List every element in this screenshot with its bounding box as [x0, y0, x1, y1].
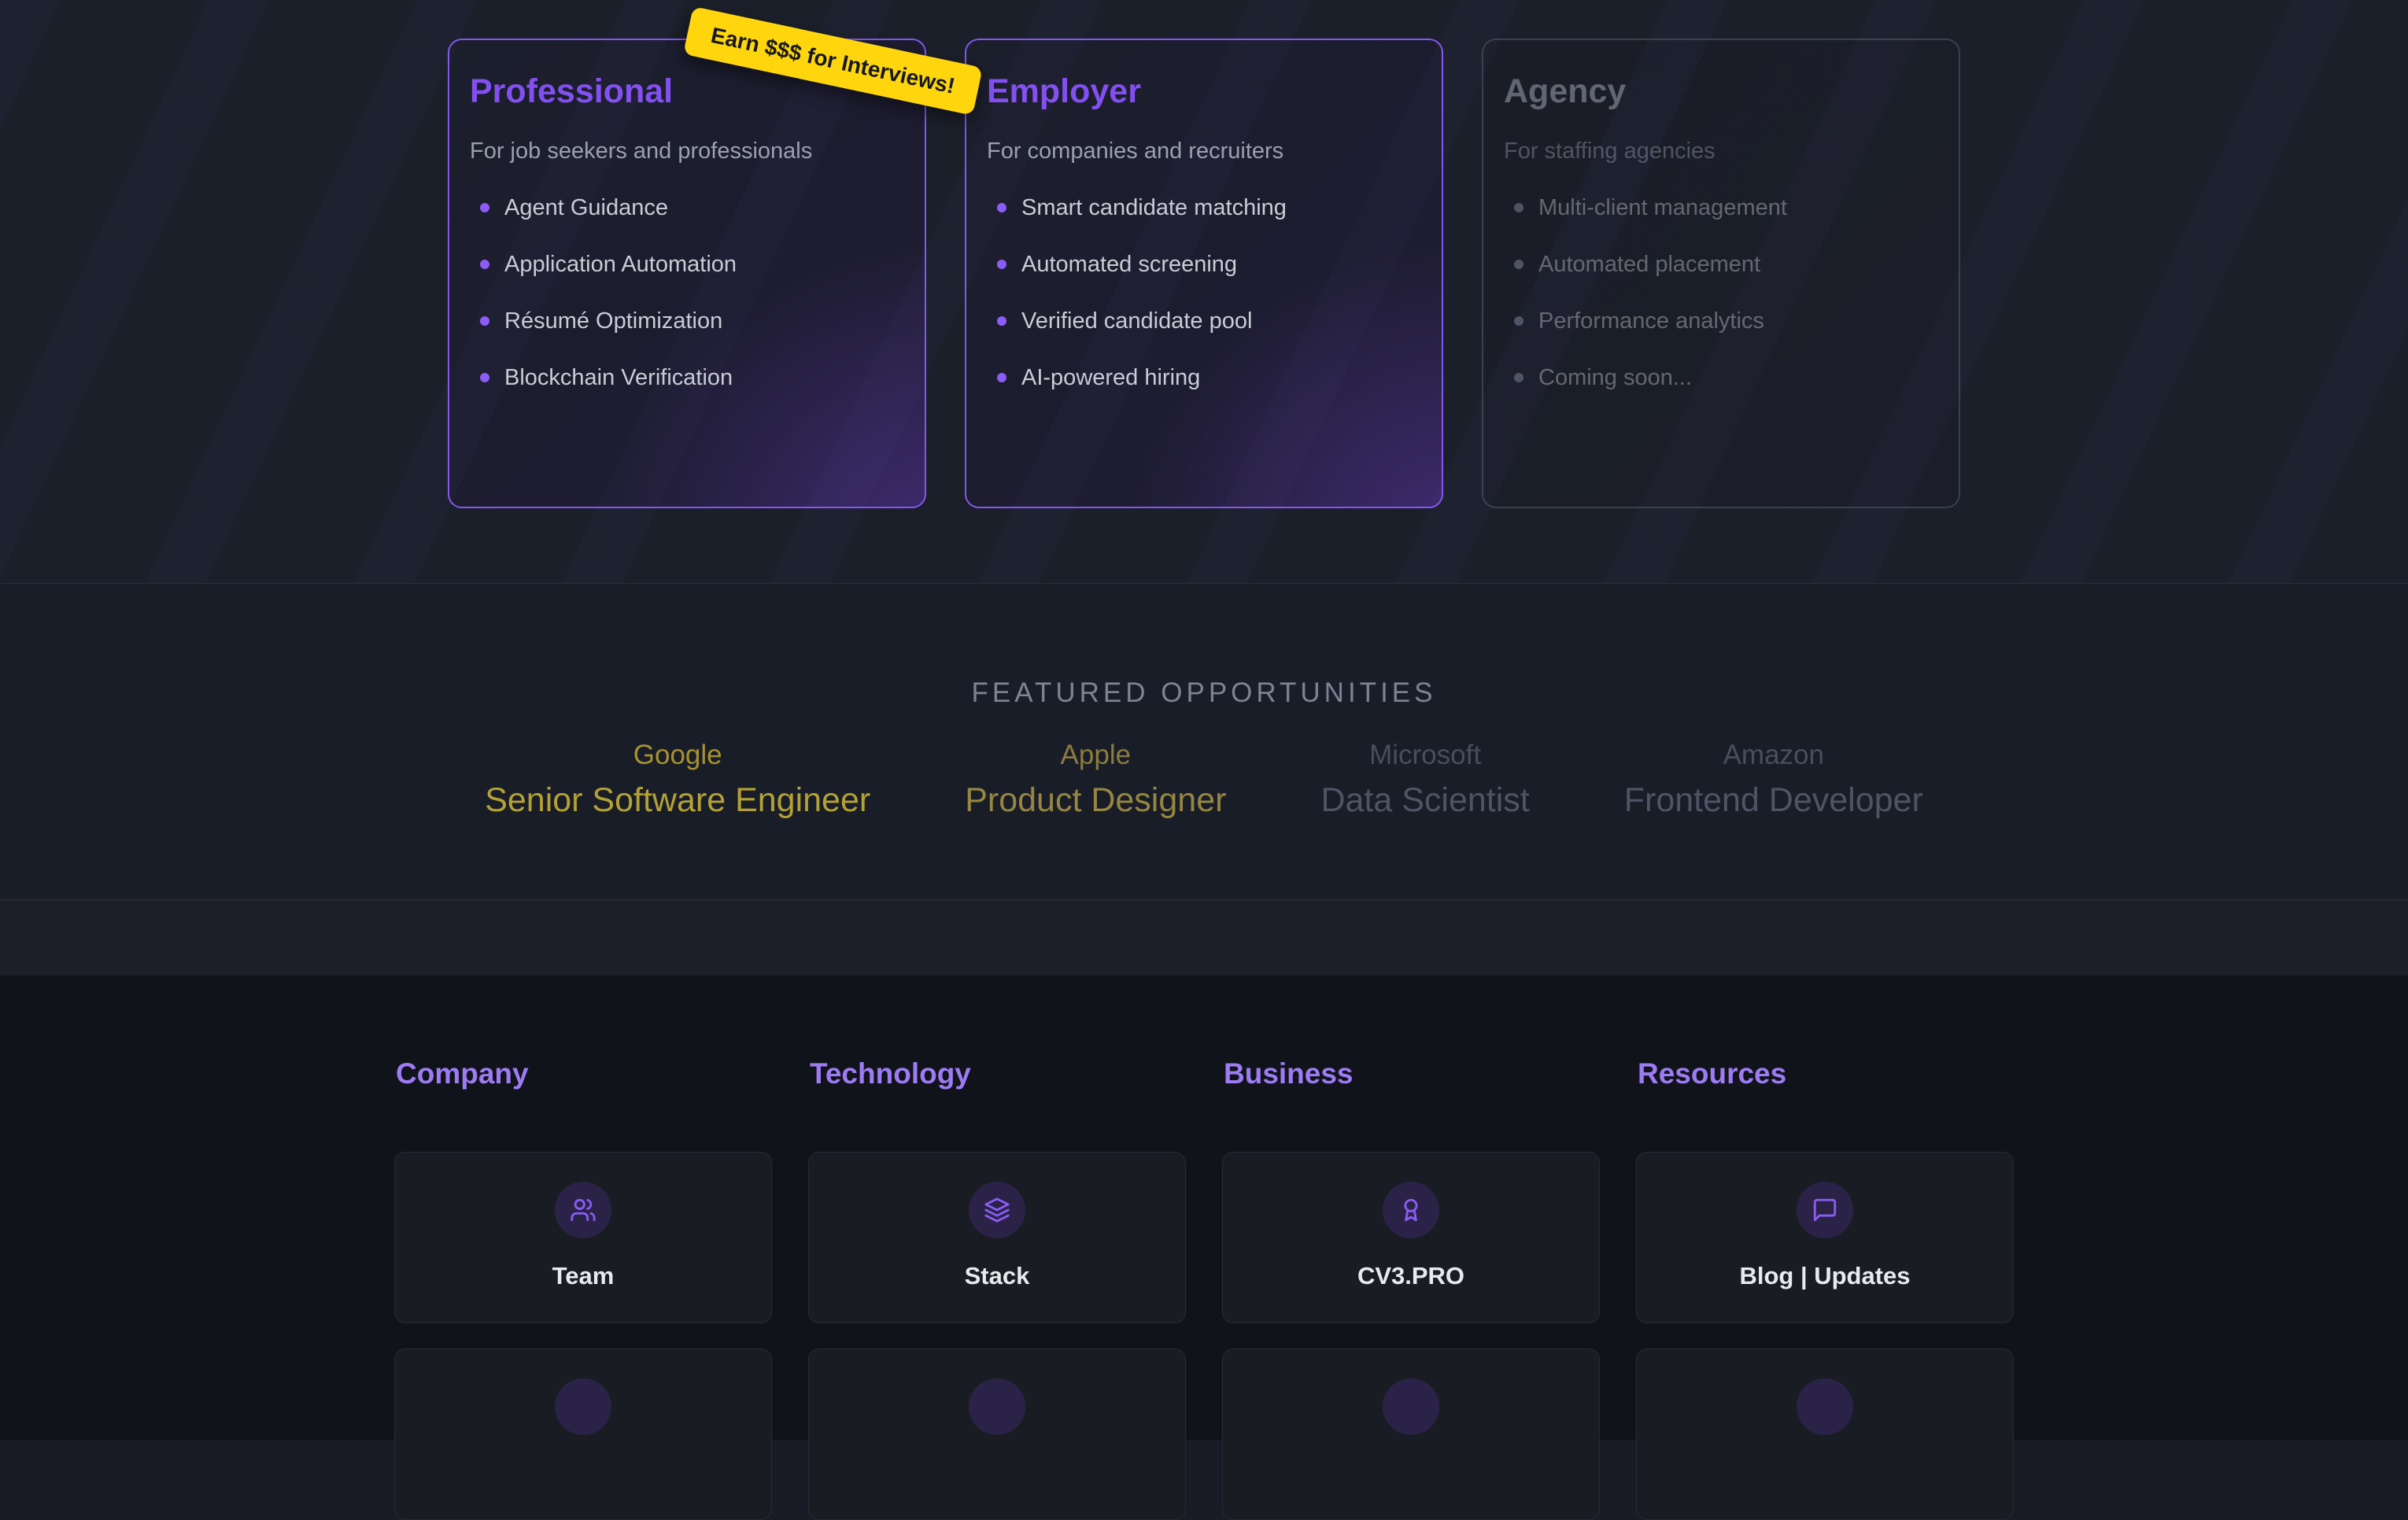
plan-feature: Multi-client management	[1514, 196, 1935, 220]
job-role: Senior Software Engineer	[485, 780, 870, 820]
footer-heading-company: Company	[396, 1057, 772, 1090]
job-company: Google	[485, 739, 870, 771]
plan-feature: Automated placement	[1514, 253, 1935, 276]
bullet-dot-icon	[480, 203, 489, 212]
plan-feature-label: Smart candidate matching	[1021, 195, 1287, 221]
bullet-dot-icon	[997, 316, 1006, 326]
plan-feature-label: Verified candidate pool	[1021, 308, 1252, 334]
footer-card-partial[interactable]	[808, 1348, 1186, 1520]
plan-title: Employer	[987, 72, 1418, 111]
plan-feature-label: AI-powered hiring	[1021, 365, 1200, 391]
plan-feature: Performance analytics	[1514, 309, 1935, 333]
job-role: Product Designer	[965, 780, 1226, 820]
plan-subtitle: For companies and recruiters	[987, 138, 1418, 164]
featured-heading: FEATURED OPPORTUNITIES	[0, 584, 2408, 709]
footer-card-icon	[555, 1378, 611, 1435]
bullet-dot-icon	[1514, 260, 1523, 269]
layers-icon	[969, 1182, 1025, 1238]
footer-card-icon	[1797, 1378, 1853, 1435]
plan-title: Agency	[1504, 72, 1935, 111]
plan-feature-list: Multi-client management Automated placem…	[1504, 196, 1935, 389]
plan-feature: Application Automation	[480, 253, 901, 276]
job-company: Apple	[965, 739, 1226, 771]
plan-feature: Verified candidate pool	[997, 309, 1418, 333]
plan-feature: Coming soon...	[1514, 366, 1935, 389]
plan-feature: Blockchain Verification	[480, 366, 901, 389]
plan-feature-list: Smart candidate matching Automated scree…	[987, 196, 1418, 389]
footer-grid: Company Technology Business Resources Te…	[394, 1057, 2014, 1520]
plan-feature-label: Agent Guidance	[504, 195, 668, 221]
featured-job-amazon[interactable]: Amazon Frontend Developer	[1624, 739, 1923, 820]
footer-card-team[interactable]: Team	[394, 1152, 772, 1323]
plan-feature-label: Multi-client management	[1538, 195, 1787, 221]
bullet-dot-icon	[997, 203, 1006, 212]
featured-job-microsoft[interactable]: Microsoft Data Scientist	[1320, 739, 1529, 820]
bullet-dot-icon	[480, 260, 489, 269]
footer-card-stack[interactable]: Stack	[808, 1152, 1186, 1323]
plan-card-agency: Agency For staffing agencies Multi-clien…	[1482, 39, 1960, 508]
plan-card-professional[interactable]: Professional For job seekers and profess…	[448, 39, 926, 508]
plan-feature-list: Agent Guidance Application Automation Ré…	[470, 196, 901, 389]
plan-feature-label: Performance analytics	[1538, 308, 1764, 334]
plan-feature: AI-powered hiring	[997, 366, 1418, 389]
footer-card-label: Stack	[965, 1262, 1030, 1290]
bullet-dot-icon	[1514, 203, 1523, 212]
job-role: Frontend Developer	[1624, 780, 1923, 820]
footer-card-label: Blog | Updates	[1739, 1262, 1910, 1290]
plan-subtitle: For staffing agencies	[1504, 138, 1935, 164]
plan-feature-label: Coming soon...	[1538, 365, 1692, 391]
plans-row: Professional For job seekers and profess…	[448, 39, 1960, 508]
job-company: Microsoft	[1320, 739, 1529, 771]
bullet-dot-icon	[997, 373, 1006, 382]
plan-feature-label: Automated screening	[1021, 252, 1237, 278]
plan-subtitle: For job seekers and professionals	[470, 138, 901, 164]
footer-card-cv3pro[interactable]: CV3.PRO	[1222, 1152, 1600, 1323]
spacer-band	[0, 900, 2408, 976]
featured-job-apple[interactable]: Apple Product Designer	[965, 739, 1226, 820]
footer: Company Technology Business Resources Te…	[0, 976, 2408, 1440]
footer-card-label: Team	[552, 1262, 615, 1290]
job-role: Data Scientist	[1320, 780, 1529, 820]
plan-feature-label: Automated placement	[1538, 252, 1760, 278]
plan-feature-label: Blockchain Verification	[504, 365, 733, 391]
bullet-dot-icon	[997, 260, 1006, 269]
job-company: Amazon	[1624, 739, 1923, 771]
footer-card-partial[interactable]	[1222, 1348, 1600, 1520]
plan-feature: Automated screening	[997, 253, 1418, 276]
plans-section: Earn $$$ for Interviews! Professional Fo…	[0, 0, 2408, 584]
featured-jobs-row: Google Senior Software Engineer Apple Pr…	[0, 739, 2408, 820]
message-square-icon	[1797, 1182, 1853, 1238]
footer-heading-business: Business	[1224, 1057, 1600, 1090]
footer-card-label: CV3.PRO	[1357, 1262, 1464, 1290]
featured-job-google[interactable]: Google Senior Software Engineer	[485, 739, 870, 820]
bullet-dot-icon	[480, 373, 489, 382]
users-icon	[555, 1182, 611, 1238]
plan-feature: Agent Guidance	[480, 196, 901, 220]
featured-opportunities-section: FEATURED OPPORTUNITIES Google Senior Sof…	[0, 584, 2408, 900]
award-icon	[1383, 1182, 1439, 1238]
footer-card-partial[interactable]	[1636, 1348, 2014, 1520]
bullet-dot-icon	[1514, 316, 1523, 326]
plan-card-employer[interactable]: Employer For companies and recruiters Sm…	[965, 39, 1443, 508]
bullet-dot-icon	[480, 316, 489, 326]
plan-feature-label: Application Automation	[504, 252, 737, 278]
plan-feature-label: Résumé Optimization	[504, 308, 722, 334]
plan-feature: Smart candidate matching	[997, 196, 1418, 220]
footer-card-icon	[969, 1378, 1025, 1435]
bullet-dot-icon	[1514, 373, 1523, 382]
footer-heading-technology: Technology	[810, 1057, 1186, 1090]
footer-card-icon	[1383, 1378, 1439, 1435]
footer-card-blog[interactable]: Blog | Updates	[1636, 1152, 2014, 1323]
footer-card-partial[interactable]	[394, 1348, 772, 1520]
plan-feature: Résumé Optimization	[480, 309, 901, 333]
footer-heading-resources: Resources	[1638, 1057, 2014, 1090]
